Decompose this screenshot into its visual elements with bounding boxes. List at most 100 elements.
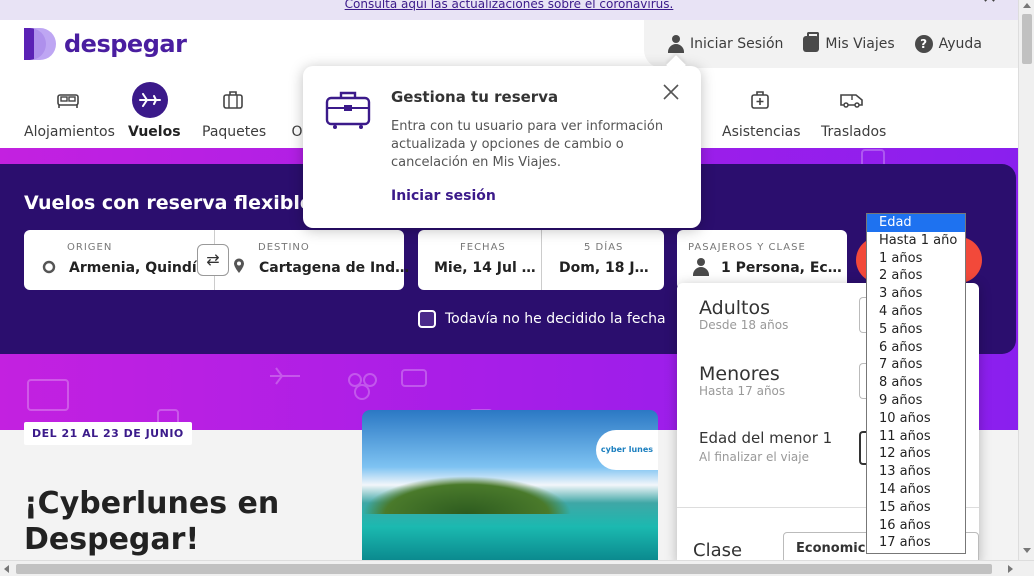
undecided-label: Todavía no he decidido la fecha [445, 311, 666, 327]
age-option[interactable]: 6 años [867, 339, 965, 357]
help-button[interactable]: ? Ayuda [914, 35, 982, 53]
circle-icon [42, 260, 56, 274]
logo-mark-icon [24, 28, 56, 60]
age-option[interactable]: 14 años [867, 481, 965, 499]
my-trips-label: Mis Viajes [825, 36, 895, 52]
tab-label: O [291, 124, 303, 140]
cyberlunes-logo: cyber lunes [596, 430, 658, 470]
close-icon[interactable]: ✕ [982, 0, 997, 7]
promo-badge: DEL 21 AL 23 DE JUNIO [24, 422, 192, 445]
tab-traslados[interactable]: Traslados [821, 82, 887, 140]
age-option[interactable]: 3 años [867, 285, 965, 303]
help-label: Ayuda [938, 36, 982, 52]
age-option[interactable]: 5 años [867, 321, 965, 339]
age-dropdown-list[interactable]: Edad Hasta 1 año 1 años 2 años 3 años 4 años 5… [866, 213, 966, 554]
minors-label: Menores [699, 363, 780, 385]
passengers-value: 1 Persona, Ec… [721, 260, 842, 276]
notice-bar: Consulta aquí las actualizaciones sobre … [0, 0, 1018, 20]
minor-age-label: Edad del menor 1 [699, 429, 833, 447]
passengers-label: PASAJEROS Y CLASE [688, 242, 806, 253]
age-option[interactable]: 1 años [867, 250, 965, 268]
tab-label: Asistencias [722, 124, 801, 140]
age-option[interactable]: 17 años [867, 534, 965, 552]
tab-paquetes[interactable]: Paquetes [202, 82, 267, 140]
age-option[interactable]: 13 años [867, 463, 965, 481]
age-option[interactable]: 11 años [867, 428, 965, 446]
age-option[interactable]: 8 años [867, 374, 965, 392]
origin-value: Armenia, Quindí… [69, 260, 211, 276]
age-option[interactable]: Hasta 1 año [867, 232, 965, 250]
logo[interactable]: despegar [24, 28, 187, 60]
scroll-right-arrow[interactable] [1008, 565, 1013, 573]
promo-title: ¡Cyberlunes en Despegar! [24, 486, 279, 558]
destination-label: DESTINO [258, 242, 310, 253]
tab-vuelos[interactable]: Vuelos [110, 82, 190, 154]
scroll-down-arrow[interactable] [1023, 548, 1031, 553]
popover-text: Entra con tu usuario para ver informació… [391, 119, 664, 170]
tab-asistencias[interactable]: Asistencias [722, 82, 801, 140]
age-option[interactable]: 16 años [867, 517, 965, 535]
coronavirus-notice-link[interactable]: Consulta aquí las actualizaciones sobre … [345, 0, 674, 11]
tab-label: Paquetes [202, 124, 267, 140]
vertical-scrollbar[interactable] [1018, 0, 1034, 560]
tab-label: Traslados [821, 124, 887, 140]
tab-alojamientos[interactable]: Alojamientos [24, 82, 115, 140]
plane-icon [132, 82, 168, 118]
age-option[interactable]: Edad [867, 214, 965, 232]
manage-booking-popover: Gestiona tu reserva Entra con tu usuario… [303, 66, 701, 228]
age-option[interactable]: 4 años [867, 303, 965, 321]
undecided-checkbox[interactable] [418, 310, 436, 328]
search-title: Vuelos con reserva flexible [24, 192, 313, 214]
days-label: 5 DÍAS [584, 242, 624, 253]
scrollbar-thumb[interactable] [1022, 14, 1032, 64]
briefcase-icon [803, 32, 820, 52]
age-option[interactable]: 2 años [867, 267, 965, 285]
date-from-value: Mie, 14 Jul … [434, 260, 536, 276]
age-option[interactable]: 12 años [867, 445, 965, 463]
popover-login-link[interactable]: Iniciar sesión [391, 188, 496, 204]
origin-label: ORIGEN [67, 242, 113, 253]
scroll-up-arrow[interactable] [1023, 3, 1031, 8]
cyberlunes-logo-text: cyber lunes [600, 445, 654, 454]
minor-age-sublabel: Al finalizar el viaje [699, 450, 809, 464]
my-trips-button[interactable]: Mis Viajes [803, 32, 895, 52]
minors-sublabel: Hasta 17 años [699, 384, 786, 398]
promo-title-line1: ¡Cyberlunes en [24, 486, 280, 521]
van-icon [834, 82, 870, 118]
dates-label: FECHAS [460, 242, 506, 253]
logo-text: despegar [64, 30, 187, 58]
age-option[interactable]: 10 años [867, 410, 965, 428]
user-icon [668, 35, 684, 53]
horizontal-scrollbar[interactable] [0, 560, 1034, 576]
destination-field[interactable]: DESTINO Cartagena de Ind… [214, 230, 409, 290]
class-label: Clase [693, 540, 743, 561]
bed-icon [50, 82, 86, 118]
island-image [362, 476, 572, 514]
help-icon: ? [914, 35, 933, 53]
adults-label: Adultos [699, 297, 771, 319]
tab-label: Vuelos [128, 124, 181, 140]
tab-partial[interactable]: O [290, 124, 304, 140]
adults-sublabel: Desde 18 años [699, 318, 789, 332]
age-option[interactable]: 7 años [867, 356, 965, 374]
popover-title: Gestiona tu reserva [391, 88, 559, 106]
destination-value: Cartagena de Ind… [259, 260, 410, 276]
passengers-field[interactable]: PASAJEROS Y CLASE 1 Persona, Ec… [677, 230, 847, 290]
user-nav: Iniciar Sesión Mis Viajes ? Ayuda [644, 20, 1018, 68]
promo-title-line2: Despegar! [24, 522, 200, 557]
login-label: Iniciar Sesión [690, 36, 784, 52]
origin-field[interactable]: ORIGEN Armenia, Quindí… [24, 230, 214, 290]
age-option[interactable]: 15 años [867, 499, 965, 517]
user-icon [693, 258, 709, 276]
location-pin-icon [234, 258, 244, 273]
login-button[interactable]: Iniciar Sesión [668, 35, 783, 53]
age-option[interactable]: 9 años [867, 392, 965, 410]
close-icon[interactable] [661, 82, 681, 102]
date-to-field[interactable]: 5 DÍAS Dom, 18 J… [541, 230, 664, 290]
undecided-date-option[interactable]: Todavía no he decidido la fecha [418, 310, 666, 328]
luggage-icon [325, 91, 371, 129]
tab-label: Alojamientos [24, 124, 115, 140]
scroll-left-arrow[interactable] [4, 565, 9, 573]
scrollbar-thumb[interactable] [16, 564, 992, 574]
date-from-field[interactable]: FECHAS Mie, 14 Jul … [418, 230, 541, 290]
